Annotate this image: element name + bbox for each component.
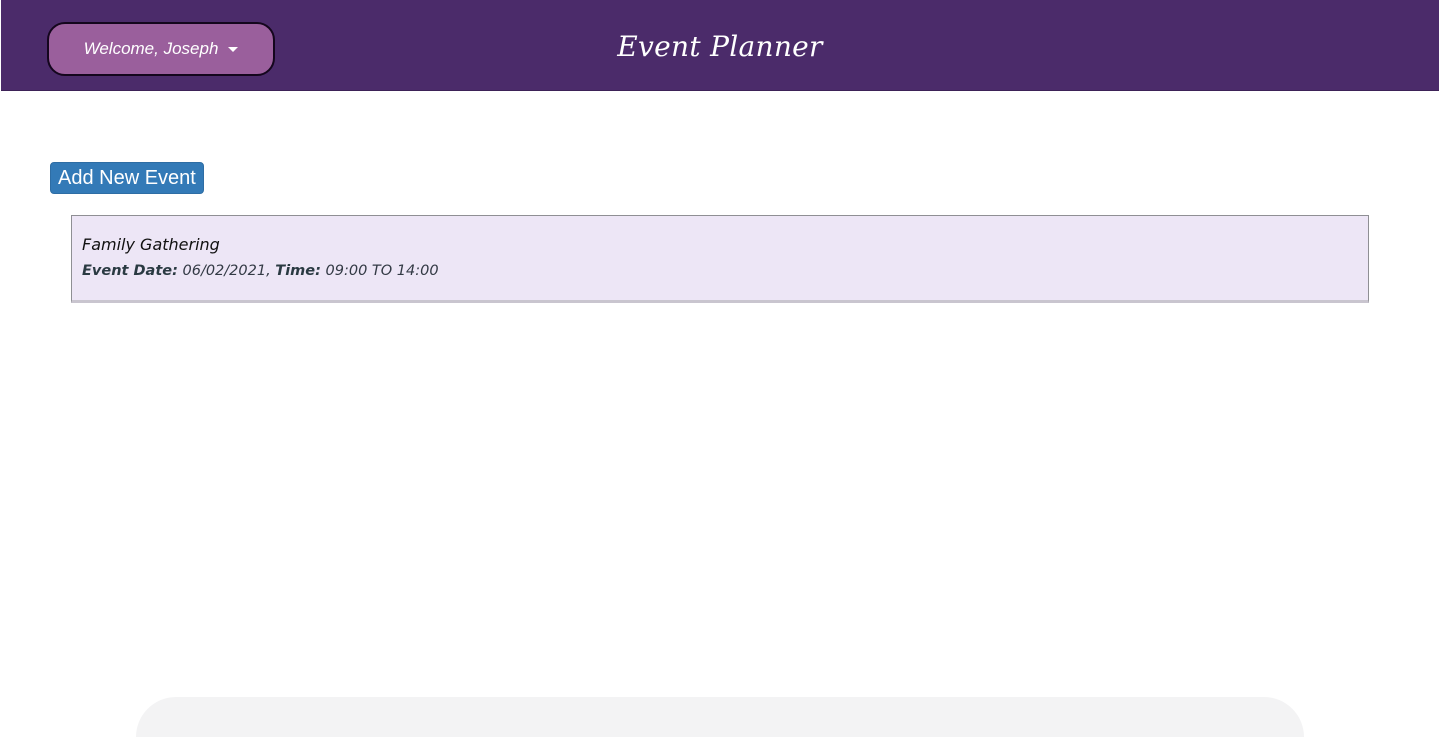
event-time-label: Time: [275, 263, 321, 279]
add-new-event-button[interactable]: Add New Event [50, 162, 204, 194]
footer-panel [136, 697, 1304, 737]
app-title: Event Planner [617, 30, 823, 63]
event-time-value: 09:00 TO 14:00 [325, 263, 439, 279]
app-header: Welcome, Joseph Event Planner [1, 0, 1439, 91]
event-date-label: Event Date: [82, 263, 178, 279]
event-date-value: 06/02/2021, [182, 263, 271, 279]
event-name: Family Gathering [82, 235, 220, 254]
event-details: Event Date: 06/02/2021, Time: 09:00 TO 1… [82, 262, 1358, 280]
event-card[interactable]: Family Gathering Event Date: 06/02/2021,… [71, 215, 1369, 303]
